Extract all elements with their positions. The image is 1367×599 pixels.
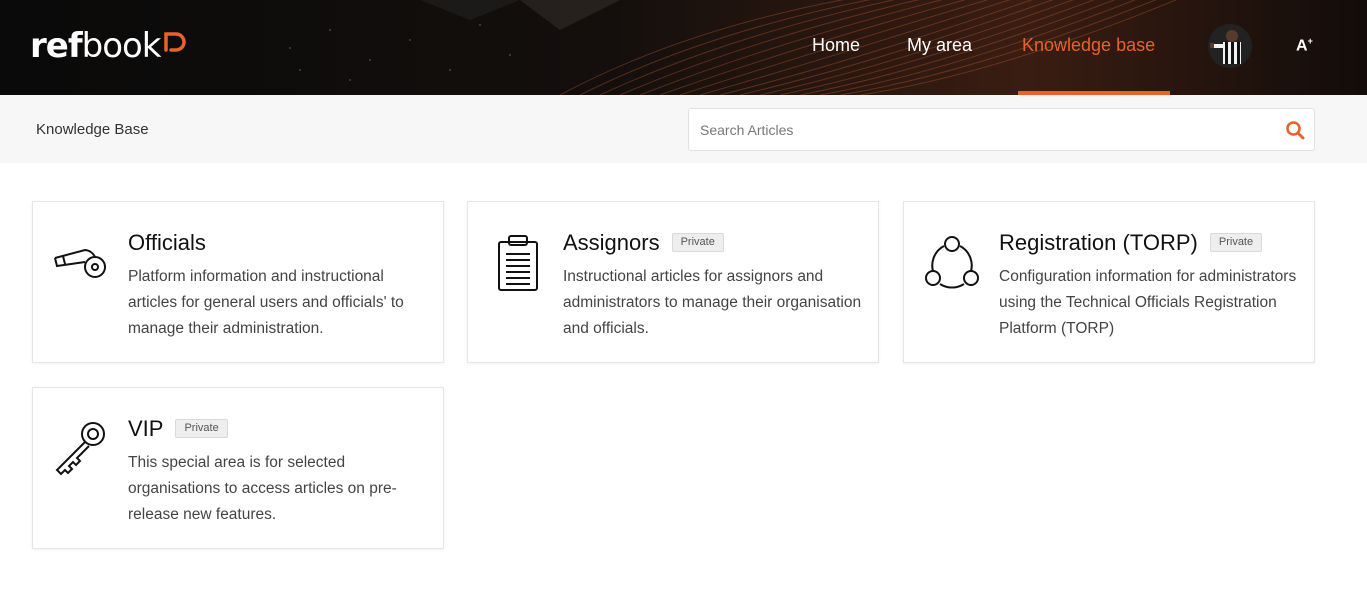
top-header: refbook Home My area Knowledge base A+ (0, 0, 1367, 95)
refbook-logo[interactable]: refbook (30, 26, 189, 66)
card-title-row: Assignors Private (563, 230, 724, 256)
nav-my-area[interactable]: My area (907, 0, 972, 95)
font-size-toggle[interactable]: A+ (1296, 36, 1313, 55)
card-description: Platform information and instructional a… (128, 268, 404, 337)
nav-home[interactable]: Home (812, 0, 860, 95)
category-card-vip[interactable]: VIP Private This special area is for sel… (32, 387, 444, 549)
card-description: Configuration information for administra… (999, 268, 1297, 337)
search-input[interactable] (689, 109, 1269, 150)
logo-book: book (81, 26, 162, 66)
search-box (688, 108, 1315, 151)
card-title: VIP (128, 416, 164, 441)
card-title-row: VIP Private (128, 416, 228, 442)
category-card-officials[interactable]: Officials Platform information and instr… (32, 201, 444, 363)
page-title: Knowledge Base (36, 121, 149, 138)
referee-avatar-icon (1208, 24, 1252, 68)
user-avatar[interactable] (1208, 24, 1252, 68)
card-title: Assignors (563, 230, 660, 255)
logo-ref: ref (30, 26, 83, 66)
font-toggle-letter: A (1296, 37, 1308, 55)
whistle-icon (54, 248, 106, 278)
card-title-row: Officials (128, 230, 206, 256)
card-description: This special area is for selected organi… (128, 454, 397, 523)
category-card-assignors[interactable]: Assignors Private Instructional articles… (467, 201, 879, 363)
font-toggle-plus: + (1307, 36, 1313, 46)
card-title: Registration (TORP) (999, 230, 1198, 255)
search-icon[interactable] (1285, 120, 1305, 140)
card-title: Officials (128, 230, 206, 255)
private-badge: Private (671, 232, 724, 252)
category-card-registration[interactable]: Registration (TORP) Private Configuratio… (903, 201, 1315, 363)
clipboard-icon (498, 235, 538, 291)
network-icon (925, 236, 979, 289)
subheader-bar: Knowledge Base (0, 95, 1367, 163)
nav-knowledge-base[interactable]: Knowledge base (1022, 0, 1155, 95)
header-background (0, 0, 1367, 95)
card-description: Instructional articles for assignors and… (563, 268, 862, 337)
key-icon (55, 422, 105, 476)
private-badge: Private (175, 418, 228, 438)
logo-mark-icon (163, 32, 186, 52)
card-title-row: Registration (TORP) Private (999, 230, 1263, 256)
logo-text: refbook (30, 26, 161, 66)
private-badge: Private (1209, 232, 1263, 252)
